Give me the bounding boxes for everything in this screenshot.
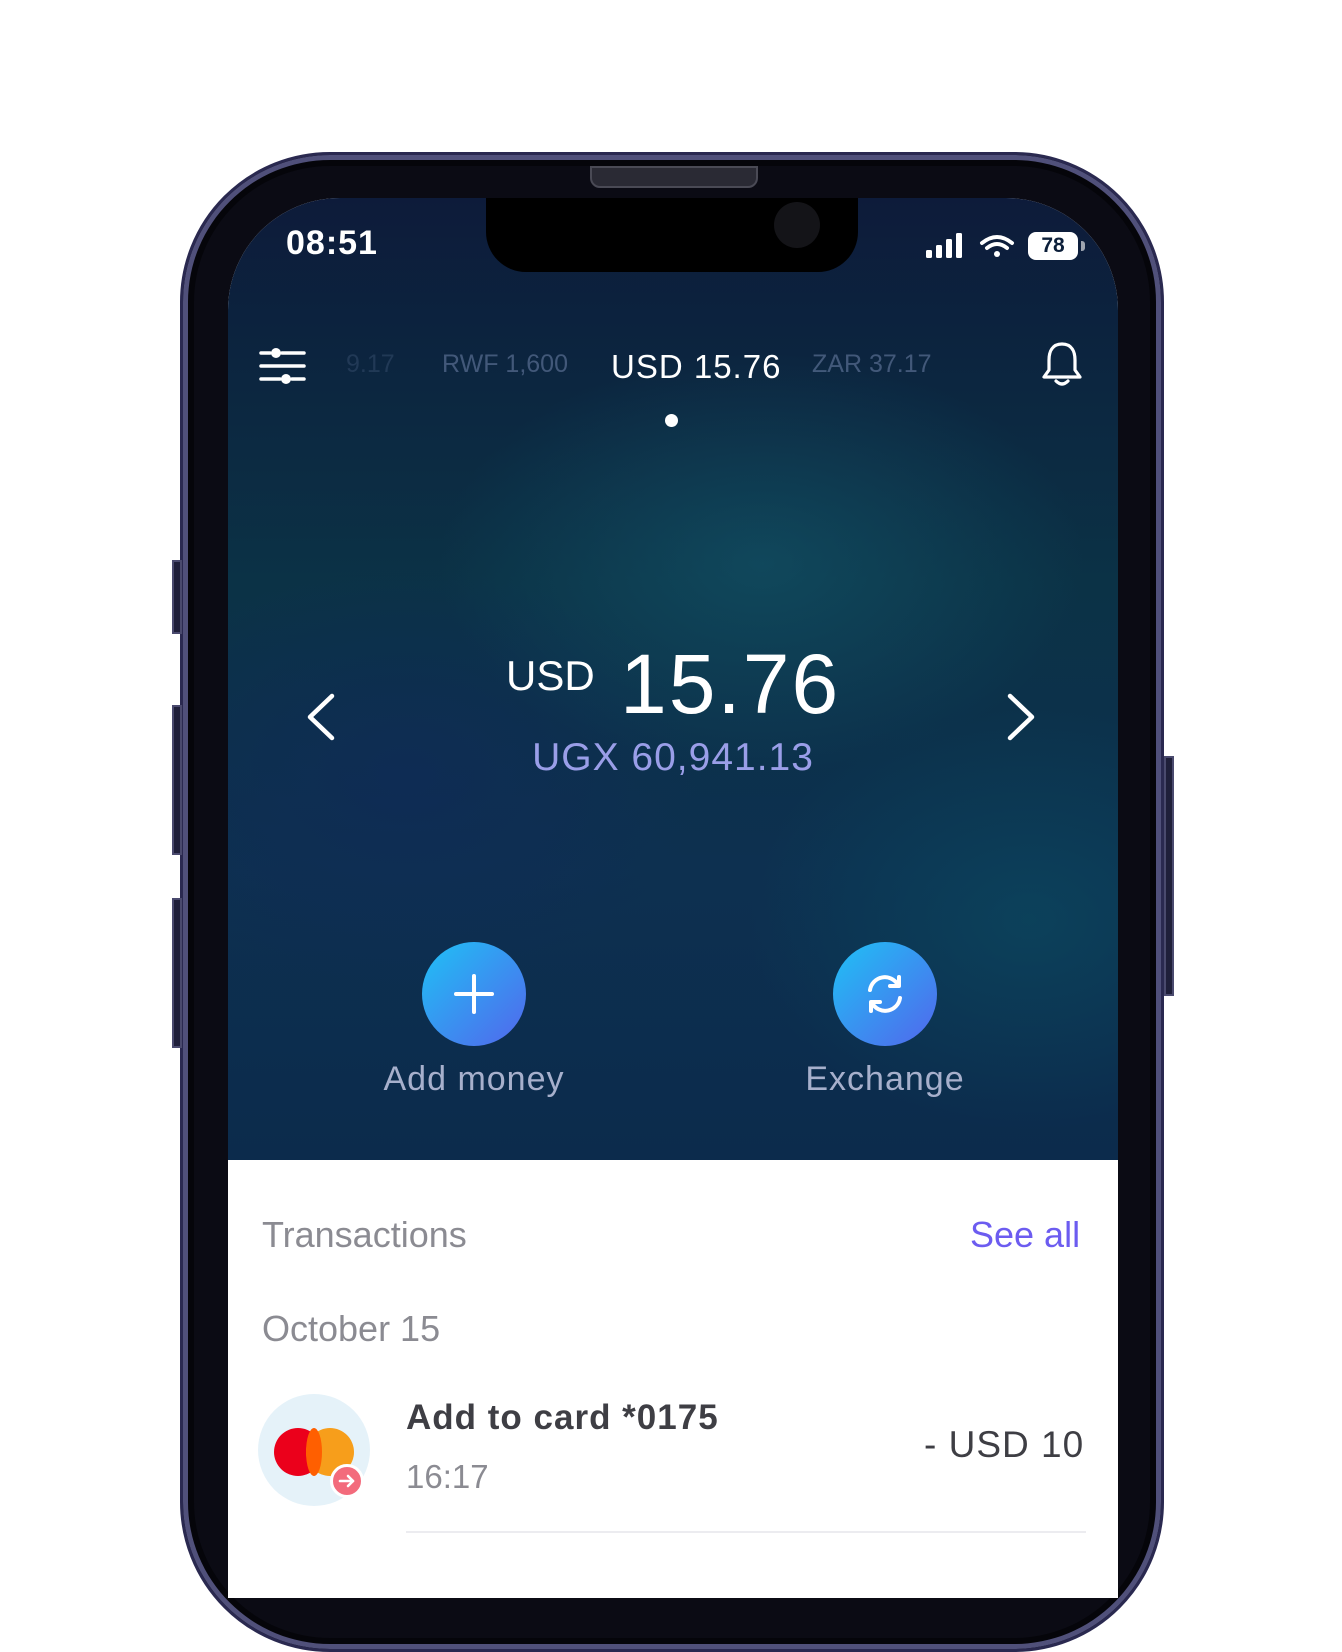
- transaction-divider: [406, 1531, 1086, 1533]
- speaker-grille: [590, 166, 758, 188]
- currency-tab[interactable]: 9.17: [346, 350, 395, 379]
- battery-icon: 78: [1028, 232, 1078, 260]
- mastercard-icon: [258, 1394, 370, 1506]
- currency-tab-rwf[interactable]: RWF 1,600: [442, 350, 568, 379]
- transaction-title[interactable]: Add to card *0175: [406, 1398, 719, 1438]
- mastercard-overlap: [306, 1428, 322, 1476]
- camera-notch: [486, 198, 858, 272]
- exchange-button[interactable]: [833, 942, 937, 1046]
- chevron-right-icon[interactable]: [1004, 692, 1038, 742]
- balance-hero: 08:51 78 9.17 RWF 1,600 USD 15.76 ZAR 37…: [228, 198, 1118, 1160]
- outgoing-arrow-badge-icon: [330, 1464, 364, 1498]
- settings-sliders-icon[interactable]: [258, 348, 310, 384]
- transaction-date-header: October 15: [262, 1308, 441, 1349]
- exchange-label[interactable]: Exchange: [755, 1060, 1015, 1099]
- converted-balance: UGX 60,941.13: [532, 736, 814, 779]
- see-all-link[interactable]: See all: [970, 1214, 1080, 1256]
- cellular-signal-icon: [926, 233, 962, 258]
- silent-switch: [172, 560, 182, 634]
- add-money-button[interactable]: [422, 942, 526, 1046]
- exchange-refresh-icon: [868, 975, 902, 1013]
- power-button: [1164, 756, 1174, 996]
- transaction-amount: - USD 10: [924, 1424, 1085, 1465]
- transaction-time: 16:17: [406, 1458, 489, 1495]
- notification-bell-icon[interactable]: [1040, 340, 1084, 388]
- app-screen: 08:51 78 9.17 RWF 1,600 USD 15.76 ZAR 37…: [228, 198, 1118, 1598]
- chevron-left-icon[interactable]: [304, 692, 338, 742]
- currency-tab-usd-active[interactable]: USD 15.76: [611, 348, 781, 386]
- add-money-label[interactable]: Add money: [344, 1060, 604, 1099]
- page-indicator-dot: [665, 414, 678, 427]
- wifi-icon: [980, 235, 1014, 257]
- currency-tab-zar[interactable]: ZAR 37.17: [812, 350, 932, 379]
- volume-up-button: [172, 705, 182, 855]
- status-time: 08:51: [286, 224, 378, 262]
- balance-currency-code: USD: [506, 652, 595, 699]
- plus-icon: [454, 974, 494, 1014]
- balance-amount: 15.76: [620, 637, 841, 731]
- transactions-heading: Transactions: [262, 1214, 467, 1255]
- front-camera: [774, 202, 820, 248]
- volume-down-button: [172, 898, 182, 1048]
- battery-tip: [1081, 241, 1085, 251]
